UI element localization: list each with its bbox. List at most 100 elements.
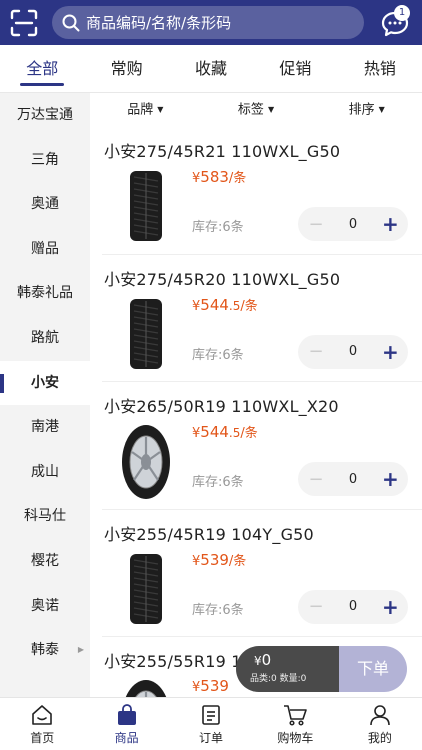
plus-button[interactable]: + xyxy=(382,340,399,364)
product-price: ¥544.5/条 xyxy=(192,422,258,441)
filter-label: 排序 xyxy=(348,102,375,118)
tire-image[interactable] xyxy=(116,295,176,373)
quantity-stepper: − 0 + xyxy=(298,207,408,241)
bag-icon xyxy=(117,704,136,725)
product-name: 小安275/45R21 110WXL_G50 xyxy=(104,142,341,161)
nav-label: 我的 xyxy=(367,731,392,745)
sidebar-item-brand[interactable]: 奥通 xyxy=(0,182,90,227)
product-name: 小安255/45R19 104Y_G50 xyxy=(104,524,314,544)
quantity-stepper: − 0 + xyxy=(298,462,408,496)
price-unit: /条 xyxy=(228,553,247,569)
product-card[interactable]: 小安265/50R19 110WXL_X20 ¥544.5/条 库存:6条 − … xyxy=(102,382,422,510)
tab-promotions[interactable]: 促销 xyxy=(253,45,337,92)
cart-currency: ¥ xyxy=(254,654,262,668)
nav-label: 购物车 xyxy=(277,731,314,745)
price-integer: 539 xyxy=(200,677,229,695)
plus-button[interactable]: + xyxy=(382,212,399,236)
tab-favorites[interactable]: 收藏 xyxy=(169,45,253,92)
sidebar-item-brand[interactable]: 韩泰礼品 xyxy=(0,271,90,316)
nav-orders[interactable]: 订单 xyxy=(169,698,253,750)
plus-button[interactable]: + xyxy=(382,595,399,619)
plus-button[interactable]: + xyxy=(382,467,399,491)
sidebar-item-brand[interactable]: 韩泰 ▶ xyxy=(0,628,90,673)
filter-bar: 品牌 ▼ 标签 ▼ 排序 ▼ xyxy=(90,93,422,127)
price-integer: 539 xyxy=(200,550,229,569)
filter-label: 品牌 xyxy=(127,102,154,118)
minus-button[interactable]: − xyxy=(308,214,324,235)
product-price: ¥583/条 xyxy=(192,167,246,186)
price-integer: 583 xyxy=(200,168,229,186)
sidebar-item-brand[interactable]: 奥诺 xyxy=(0,584,90,629)
filter-label: 标签 xyxy=(237,102,264,118)
search-bar[interactable] xyxy=(52,6,364,39)
stock-text: 库存:6条 xyxy=(192,347,244,363)
nav-label: 订单 xyxy=(199,731,224,745)
product-card[interactable]: 小安255/45R19 104Y_G50 ¥539/条 库存:6条 − 0 + xyxy=(102,510,422,637)
scan-icon[interactable] xyxy=(10,9,38,37)
filter-tag[interactable]: 标签 ▼ xyxy=(201,93,312,127)
filter-sort[interactable]: 排序 ▼ xyxy=(311,93,422,127)
search-icon xyxy=(62,14,80,31)
sidebar-item-brand[interactable]: 赠品 xyxy=(0,227,90,272)
price-integer: 544 xyxy=(200,423,229,441)
sidebar-item-brand[interactable]: 南港 xyxy=(0,405,90,450)
sidebar-item-brand[interactable]: 科马仕 xyxy=(0,494,90,539)
sidebar-item-brand[interactable]: 樱花 xyxy=(0,539,90,584)
sidebar-item-brand[interactable]: 三角 xyxy=(0,138,90,183)
product-list: 小安275/45R21 110WXL_G50 ¥583/条 库存:6条 − 0 … xyxy=(90,127,422,697)
product-name: 小安255/55R19 1 xyxy=(104,652,242,671)
minus-button[interactable]: − xyxy=(308,341,324,362)
top-header: 1 xyxy=(0,0,422,45)
quantity-value[interactable]: 0 xyxy=(349,472,357,487)
tab-frequent[interactable]: 常购 xyxy=(84,45,168,92)
product-card[interactable]: 小安275/45R20 110WXL_G50 ¥544.5/条 库存:6条 − … xyxy=(102,255,422,382)
tire-image[interactable] xyxy=(116,550,176,628)
brand-sidebar: 万达宝通 三角 奥通 赠品 韩泰礼品 路航 小安 南港 成山 科马仕 樱花 奥诺… xyxy=(0,93,90,697)
sidebar-item-brand-selected[interactable]: 小安 xyxy=(0,360,90,406)
quantity-value[interactable]: 0 xyxy=(349,217,357,232)
tire-image[interactable] xyxy=(116,167,176,245)
category-tabs: 全部 常购 收藏 促销 热销 xyxy=(0,45,422,93)
place-order-button[interactable]: 下单 xyxy=(339,646,407,692)
cart-summary-bar: ¥0 品类:0 数量:0 下单 xyxy=(236,646,407,692)
order-icon xyxy=(202,705,220,725)
minus-button[interactable]: − xyxy=(308,469,324,490)
cart-meta: 品类:0 数量:0 xyxy=(250,674,307,684)
bottom-nav: 首页 商品 订单 购物车 我的 xyxy=(0,697,422,750)
nav-profile[interactable]: 我的 xyxy=(338,698,422,750)
cart-amount: 0 xyxy=(261,651,272,669)
tire-image[interactable] xyxy=(116,677,176,697)
product-card[interactable]: 小安275/45R21 110WXL_G50 ¥583/条 库存:6条 − 0 … xyxy=(102,127,422,255)
tab-all[interactable]: 全部 xyxy=(0,45,84,92)
quantity-stepper: − 0 + xyxy=(298,334,408,369)
sidebar-item-brand[interactable]: 成山 xyxy=(0,450,90,495)
product-price: ¥544.5/条 xyxy=(192,295,258,314)
cart-icon xyxy=(284,705,308,726)
filter-brand[interactable]: 品牌 ▼ xyxy=(90,93,201,127)
chevron-right-icon: ▶ xyxy=(77,645,84,655)
price-decimal: .5 xyxy=(228,298,241,313)
user-icon xyxy=(370,705,390,726)
minus-button[interactable]: − xyxy=(308,596,324,617)
sidebar-item-brand[interactable]: 路航 xyxy=(0,316,90,361)
nav-products[interactable]: 商品 xyxy=(84,698,168,750)
search-input[interactable] xyxy=(86,13,336,32)
quantity-value[interactable]: 0 xyxy=(349,344,357,359)
quantity-value[interactable]: 0 xyxy=(349,599,357,614)
nav-cart[interactable]: 购物车 xyxy=(253,698,337,750)
nav-label: 商品 xyxy=(114,731,139,745)
caret-down-icon: ▼ xyxy=(267,105,275,114)
cart-summary[interactable]: ¥0 品类:0 数量:0 xyxy=(236,646,339,692)
nav-home[interactable]: 首页 xyxy=(0,698,84,750)
caret-down-icon: ▼ xyxy=(157,105,164,114)
stock-text: 库存:6条 xyxy=(192,220,244,235)
home-icon xyxy=(32,705,53,725)
message-badge: 1 xyxy=(394,5,410,21)
product-price: ¥539/条 xyxy=(192,550,246,569)
tire-image[interactable] xyxy=(116,422,176,500)
product-name: 小安275/45R20 110WXL_G50 xyxy=(104,269,341,289)
tab-hot[interactable]: 热销 xyxy=(338,45,422,92)
price-decimal: .5 xyxy=(228,426,241,440)
product-price: ¥539 xyxy=(192,677,229,695)
sidebar-item-brand[interactable]: 万达宝通 xyxy=(0,93,90,138)
